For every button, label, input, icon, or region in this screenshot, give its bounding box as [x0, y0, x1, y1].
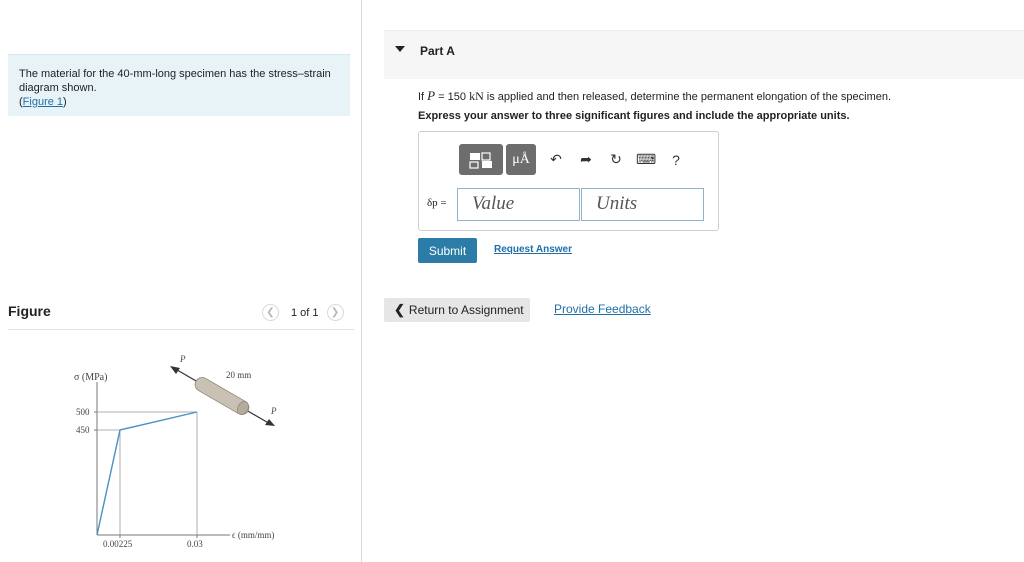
pager-text: 1 of 1 — [291, 306, 319, 319]
chevron-left-icon: ❮ — [394, 302, 405, 317]
question-eq: = 150 — [435, 91, 470, 103]
question-text: If P = 150 kN is applied and then releas… — [418, 88, 891, 104]
units-button[interactable]: μÅ — [506, 144, 536, 175]
question-unit: kN — [469, 89, 484, 103]
figure-title: Figure — [8, 303, 51, 319]
part-a-label: Part A — [420, 44, 455, 58]
question-var: P — [427, 88, 436, 103]
math-toolbar: μÅ ↶ ➦ ↻ ⌨ ? — [459, 144, 686, 175]
figure-link-wrapper: (Figure 1) — [19, 96, 67, 108]
undo-icon[interactable]: ↶ — [546, 151, 566, 168]
figure-header-divider — [8, 329, 354, 330]
load-arrow-top-icon — [170, 366, 180, 374]
y-axis-label: σ (MPa) — [74, 372, 107, 383]
answer-symbol: δp = — [427, 197, 447, 209]
answer-instruction: Express your answer to three significant… — [418, 110, 850, 122]
units-input[interactable]: Units — [581, 188, 704, 221]
help-icon[interactable]: ? — [666, 152, 686, 168]
question-suffix: is applied and then released, determine … — [483, 91, 892, 103]
chevron-right-icon[interactable]: ❯ — [326, 304, 344, 321]
part-a-header[interactable] — [384, 30, 1024, 79]
templates-icon — [469, 151, 492, 169]
problem-statement: The material for the 40-mm-long specimen… — [8, 54, 350, 116]
column-divider — [361, 0, 362, 562]
x-tick-003: 0.03 — [187, 539, 203, 549]
collapse-arrow-icon[interactable] — [395, 46, 405, 52]
provide-feedback-link[interactable]: Provide Feedback — [554, 302, 651, 316]
keyboard-icon[interactable]: ⌨ — [636, 151, 656, 168]
value-input[interactable]: Value — [457, 188, 580, 221]
stress-strain-diagram: σ (MPa) 500 450 0.00225 0.03 ϵ (mm/mm) P… — [74, 354, 277, 549]
redo-icon[interactable]: ➦ — [576, 151, 596, 168]
figure-pager: ❮ 1 of 1 ❯ — [262, 304, 344, 321]
question-prefix: If — [418, 91, 428, 103]
chevron-left-icon[interactable]: ❮ — [262, 304, 279, 321]
specimen-diameter-label: 20 mm — [226, 370, 251, 380]
y-tick-500: 500 — [76, 407, 90, 417]
reset-icon[interactable]: ↻ — [606, 151, 626, 168]
request-answer-link[interactable]: Request Answer — [494, 244, 572, 255]
y-tick-450: 450 — [76, 425, 90, 435]
templates-button[interactable] — [459, 144, 503, 175]
submit-button[interactable]: Submit — [418, 238, 477, 263]
x-axis-label: ϵ (mm/mm) — [232, 530, 274, 540]
return-label: Return to Assignment — [408, 303, 524, 317]
figure-link[interactable]: Figure 1 — [23, 96, 63, 108]
load-label-bottom: P — [270, 406, 277, 416]
x-tick-00225: 0.00225 — [103, 539, 133, 549]
return-to-assignment-button[interactable]: ❮ Return to Assignment — [384, 298, 530, 322]
problem-text-line2: diagram shown. — [19, 82, 97, 94]
problem-text-line1: The material for the 40-mm-long specimen… — [19, 68, 331, 80]
stress-strain-curve — [96, 411, 198, 536]
load-label-top: P — [179, 354, 186, 364]
